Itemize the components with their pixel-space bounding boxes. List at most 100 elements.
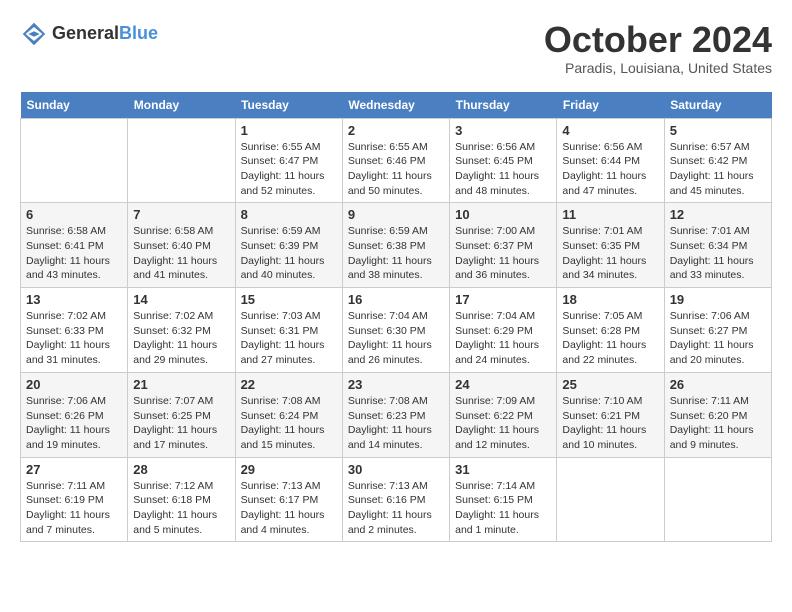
cell-info: Sunrise: 7:11 AM Sunset: 6:20 PM Dayligh… xyxy=(670,394,766,453)
calendar-cell: 30 Sunrise: 7:13 AM Sunset: 6:16 PM Dayli… xyxy=(342,457,449,542)
day-number: 19 xyxy=(670,292,766,307)
calendar-cell: 3Sunrise: 6:56 AM Sunset: 6:45 PM Daylig… xyxy=(450,118,557,203)
calendar-cell: 15 Sunrise: 7:03 AM Sunset: 6:31 PM Dayli… xyxy=(235,288,342,373)
calendar-cell: 25Sunrise: 7:10 AM Sunset: 6:21 PM Dayli… xyxy=(557,372,664,457)
logo: GeneralBlue xyxy=(20,20,158,48)
calendar-cell xyxy=(664,457,771,542)
calendar-cell xyxy=(557,457,664,542)
day-number: 4 xyxy=(562,123,658,138)
cell-info: Sunrise: 7:12 AM Sunset: 6:18 PM Dayligh… xyxy=(133,479,229,538)
calendar-cell: 9 Sunrise: 6:59 AM Sunset: 6:38 PM Daylig… xyxy=(342,203,449,288)
cell-info: Sunrise: 7:02 AM Sunset: 6:32 PM Dayligh… xyxy=(133,309,229,368)
cell-info: Sunrise: 7:01 AM Sunset: 6:34 PM Dayligh… xyxy=(670,224,766,283)
day-number: 29 xyxy=(241,462,337,477)
calendar-week-3: 13Sunrise: 7:02 AM Sunset: 6:33 PM Dayli… xyxy=(21,288,772,373)
calendar-cell: 31Sunrise: 7:14 AM Sunset: 6:15 PM Dayli… xyxy=(450,457,557,542)
cell-info: Sunrise: 7:02 AM Sunset: 6:33 PM Dayligh… xyxy=(26,309,122,368)
cell-info: Sunrise: 7:14 AM Sunset: 6:15 PM Dayligh… xyxy=(455,479,551,538)
cell-info: Sunrise: 7:04 AM Sunset: 6:29 PM Dayligh… xyxy=(455,309,551,368)
calendar-cell: 13Sunrise: 7:02 AM Sunset: 6:33 PM Dayli… xyxy=(21,288,128,373)
calendar-cell: 10 Sunrise: 7:00 AM Sunset: 6:37 PM Dayli… xyxy=(450,203,557,288)
day-number: 20 xyxy=(26,377,122,392)
calendar-cell: 1 Sunrise: 6:55 AM Sunset: 6:47 PM Daylig… xyxy=(235,118,342,203)
calendar-cell: 21 Sunrise: 7:07 AM Sunset: 6:25 PM Dayli… xyxy=(128,372,235,457)
cell-info: Sunrise: 6:57 AM Sunset: 6:42 PM Dayligh… xyxy=(670,140,766,199)
cell-info: Sunrise: 6:59 AM Sunset: 6:39 PM Dayligh… xyxy=(241,224,337,283)
cell-info: Sunrise: 6:59 AM Sunset: 6:38 PM Dayligh… xyxy=(348,224,444,283)
cell-info: Sunrise: 6:56 AM Sunset: 6:45 PM Dayligh… xyxy=(455,140,551,199)
calendar-cell: 2 Sunrise: 6:55 AM Sunset: 6:46 PM Daylig… xyxy=(342,118,449,203)
day-number: 17 xyxy=(455,292,551,307)
cell-info: Sunrise: 6:55 AM Sunset: 6:46 PM Dayligh… xyxy=(348,140,444,199)
calendar-cell: 22 Sunrise: 7:08 AM Sunset: 6:24 PM Dayli… xyxy=(235,372,342,457)
day-number: 27 xyxy=(26,462,122,477)
cell-info: Sunrise: 7:09 AM Sunset: 6:22 PM Dayligh… xyxy=(455,394,551,453)
col-friday: Friday xyxy=(557,92,664,119)
day-number: 18 xyxy=(562,292,658,307)
calendar-week-1: 1 Sunrise: 6:55 AM Sunset: 6:47 PM Daylig… xyxy=(21,118,772,203)
cell-info: Sunrise: 7:11 AM Sunset: 6:19 PM Dayligh… xyxy=(26,479,122,538)
calendar-week-5: 27 Sunrise: 7:11 AM Sunset: 6:19 PM Dayli… xyxy=(21,457,772,542)
day-number: 24 xyxy=(455,377,551,392)
day-number: 7 xyxy=(133,207,229,222)
calendar-cell: 4 Sunrise: 6:56 AM Sunset: 6:44 PM Daylig… xyxy=(557,118,664,203)
cell-info: Sunrise: 7:01 AM Sunset: 6:35 PM Dayligh… xyxy=(562,224,658,283)
calendar-cell: 5Sunrise: 6:57 AM Sunset: 6:42 PM Daylig… xyxy=(664,118,771,203)
day-number: 12 xyxy=(670,207,766,222)
title-area: October 2024 Paradis, Louisiana, United … xyxy=(544,20,772,76)
day-number: 28 xyxy=(133,462,229,477)
page-header: GeneralBlue October 2024 Paradis, Louisi… xyxy=(20,20,772,76)
calendar-cell: 24 Sunrise: 7:09 AM Sunset: 6:22 PM Dayli… xyxy=(450,372,557,457)
calendar-week-2: 6Sunrise: 6:58 AM Sunset: 6:41 PM Daylig… xyxy=(21,203,772,288)
calendar-cell: 16 Sunrise: 7:04 AM Sunset: 6:30 PM Dayli… xyxy=(342,288,449,373)
day-number: 22 xyxy=(241,377,337,392)
col-monday: Monday xyxy=(128,92,235,119)
day-number: 21 xyxy=(133,377,229,392)
cell-info: Sunrise: 7:06 AM Sunset: 6:26 PM Dayligh… xyxy=(26,394,122,453)
calendar-cell: 17 Sunrise: 7:04 AM Sunset: 6:29 PM Dayli… xyxy=(450,288,557,373)
header-row: Sunday Monday Tuesday Wednesday Thursday… xyxy=(21,92,772,119)
calendar-cell: 12 Sunrise: 7:01 AM Sunset: 6:34 PM Dayli… xyxy=(664,203,771,288)
day-number: 1 xyxy=(241,123,337,138)
cell-info: Sunrise: 7:04 AM Sunset: 6:30 PM Dayligh… xyxy=(348,309,444,368)
calendar-cell: 28 Sunrise: 7:12 AM Sunset: 6:18 PM Dayli… xyxy=(128,457,235,542)
cell-info: Sunrise: 6:58 AM Sunset: 6:41 PM Dayligh… xyxy=(26,224,122,283)
cell-info: Sunrise: 6:56 AM Sunset: 6:44 PM Dayligh… xyxy=(562,140,658,199)
col-wednesday: Wednesday xyxy=(342,92,449,119)
col-saturday: Saturday xyxy=(664,92,771,119)
day-number: 10 xyxy=(455,207,551,222)
day-number: 11 xyxy=(562,207,658,222)
calendar-cell xyxy=(21,118,128,203)
day-number: 9 xyxy=(348,207,444,222)
day-number: 14 xyxy=(133,292,229,307)
calendar-cell: 23Sunrise: 7:08 AM Sunset: 6:23 PM Dayli… xyxy=(342,372,449,457)
calendar-table: Sunday Monday Tuesday Wednesday Thursday… xyxy=(20,92,772,543)
month-title: October 2024 xyxy=(544,20,772,60)
day-number: 15 xyxy=(241,292,337,307)
cell-info: Sunrise: 7:05 AM Sunset: 6:28 PM Dayligh… xyxy=(562,309,658,368)
calendar-week-4: 20 Sunrise: 7:06 AM Sunset: 6:26 PM Dayli… xyxy=(21,372,772,457)
calendar-cell: 27 Sunrise: 7:11 AM Sunset: 6:19 PM Dayli… xyxy=(21,457,128,542)
calendar-cell: 19Sunrise: 7:06 AM Sunset: 6:27 PM Dayli… xyxy=(664,288,771,373)
day-number: 23 xyxy=(348,377,444,392)
calendar-cell: 11 Sunrise: 7:01 AM Sunset: 6:35 PM Dayli… xyxy=(557,203,664,288)
cell-info: Sunrise: 7:13 AM Sunset: 6:17 PM Dayligh… xyxy=(241,479,337,538)
calendar-cell: 6Sunrise: 6:58 AM Sunset: 6:41 PM Daylig… xyxy=(21,203,128,288)
day-number: 8 xyxy=(241,207,337,222)
day-number: 30 xyxy=(348,462,444,477)
day-number: 26 xyxy=(670,377,766,392)
cell-info: Sunrise: 7:00 AM Sunset: 6:37 PM Dayligh… xyxy=(455,224,551,283)
calendar-cell: 7Sunrise: 6:58 AM Sunset: 6:40 PM Daylig… xyxy=(128,203,235,288)
cell-info: Sunrise: 7:08 AM Sunset: 6:24 PM Dayligh… xyxy=(241,394,337,453)
col-thursday: Thursday xyxy=(450,92,557,119)
logo-general-text: GeneralBlue xyxy=(52,24,158,44)
cell-info: Sunrise: 7:13 AM Sunset: 6:16 PM Dayligh… xyxy=(348,479,444,538)
cell-info: Sunrise: 6:55 AM Sunset: 6:47 PM Dayligh… xyxy=(241,140,337,199)
day-number: 2 xyxy=(348,123,444,138)
cell-info: Sunrise: 7:03 AM Sunset: 6:31 PM Dayligh… xyxy=(241,309,337,368)
logo-icon xyxy=(20,20,48,48)
location-text: Paradis, Louisiana, United States xyxy=(544,60,772,76)
day-number: 16 xyxy=(348,292,444,307)
cell-info: Sunrise: 7:07 AM Sunset: 6:25 PM Dayligh… xyxy=(133,394,229,453)
calendar-cell: 14 Sunrise: 7:02 AM Sunset: 6:32 PM Dayli… xyxy=(128,288,235,373)
